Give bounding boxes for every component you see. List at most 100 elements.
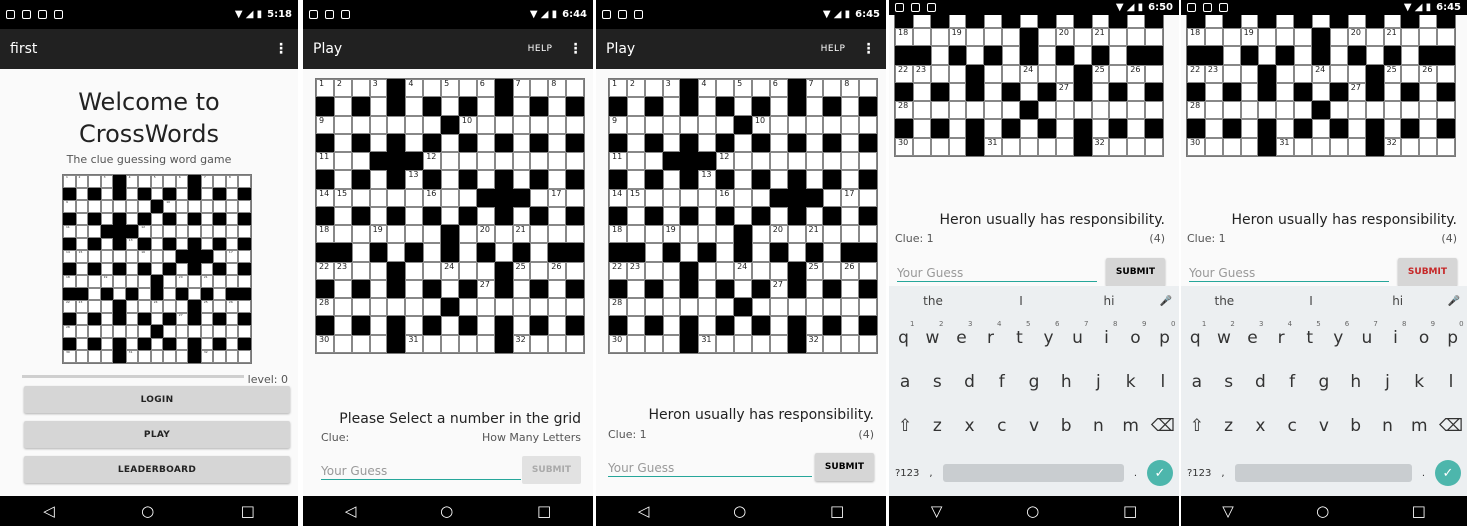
grid-cell[interactable] xyxy=(458,298,477,317)
grid-cell[interactable]: 18 xyxy=(895,28,913,47)
grid-cell[interactable]: 20 xyxy=(1055,28,1074,47)
grid-cell[interactable] xyxy=(1294,101,1313,120)
grid-cell[interactable] xyxy=(369,261,388,280)
grid-cell[interactable] xyxy=(441,316,459,335)
submit-button[interactable]: SUBMIT xyxy=(814,453,874,481)
grid-cell[interactable] xyxy=(213,325,226,338)
grid-cell[interactable] xyxy=(441,152,459,171)
grid-cell[interactable]: 28 xyxy=(895,101,913,120)
grid-cell[interactable] xyxy=(698,298,717,317)
home-icon[interactable]: ○ xyxy=(1026,502,1039,520)
grid-cell[interactable] xyxy=(476,206,495,226)
key-j[interactable]: j xyxy=(1085,372,1111,392)
grid-cell[interactable] xyxy=(1145,101,1163,120)
recents-icon[interactable]: □ xyxy=(241,502,255,520)
grid-cell[interactable] xyxy=(1240,119,1259,138)
suggestion-item[interactable]: the xyxy=(1181,294,1268,308)
grid-cell[interactable]: 16 xyxy=(138,250,151,263)
grid-cell[interactable]: 32 xyxy=(200,350,214,363)
help-button[interactable]: HELP xyxy=(821,44,846,54)
grid-cell[interactable] xyxy=(662,115,681,134)
grid-cell[interactable]: 20 xyxy=(476,225,495,244)
grid-cell[interactable] xyxy=(1240,137,1259,156)
symbols-key[interactable]: ?123 xyxy=(895,468,919,479)
grid-cell[interactable] xyxy=(405,261,424,280)
key-c[interactable]: c xyxy=(1279,416,1305,436)
grid-cell[interactable] xyxy=(734,279,752,299)
grid-cell[interactable] xyxy=(476,316,495,335)
grid-cell[interactable] xyxy=(88,200,101,213)
grid-cell[interactable] xyxy=(441,133,459,153)
grid-cell[interactable] xyxy=(1383,119,1402,138)
key-x[interactable]: x xyxy=(957,416,983,436)
grid-cell[interactable] xyxy=(823,79,842,98)
grid-cell[interactable]: 28 xyxy=(609,298,627,317)
grid-cell[interactable] xyxy=(75,312,89,326)
grid-cell[interactable] xyxy=(769,97,788,116)
key-r[interactable]: r4 xyxy=(1268,320,1294,348)
grid-cell[interactable] xyxy=(423,79,442,98)
grid-cell[interactable]: 11 xyxy=(63,225,76,238)
grid-cell[interactable] xyxy=(88,287,101,301)
grid-cell[interactable]: 9 xyxy=(316,115,334,134)
grid-cell[interactable] xyxy=(458,261,477,280)
grid-cell[interactable] xyxy=(75,275,89,288)
grid-cell[interactable]: 21 xyxy=(1383,28,1402,47)
grid-cell[interactable]: 28 xyxy=(316,298,334,317)
grid-cell[interactable] xyxy=(188,325,201,338)
grid-cell[interactable] xyxy=(769,152,788,171)
enter-check-icon[interactable]: ✓ xyxy=(1435,460,1461,486)
grid-cell[interactable]: 23 xyxy=(333,261,352,280)
grid-cell[interactable] xyxy=(841,279,860,299)
grid-cell[interactable] xyxy=(680,115,699,134)
grid-cell[interactable] xyxy=(138,175,151,188)
grid-cell[interactable] xyxy=(548,133,567,153)
grid-cell[interactable] xyxy=(1204,119,1223,138)
grid-cell[interactable] xyxy=(225,350,239,363)
grid-cell[interactable] xyxy=(175,337,189,351)
grid-cell[interactable]: 2 xyxy=(333,79,352,98)
grid-cell[interactable] xyxy=(441,334,459,353)
grid-cell[interactable] xyxy=(512,97,531,116)
grid-cell[interactable] xyxy=(188,200,201,213)
grid-cell[interactable] xyxy=(787,152,806,171)
grid-cell[interactable] xyxy=(1294,137,1313,156)
grid-cell[interactable] xyxy=(1204,137,1223,156)
grid-cell[interactable]: 8 xyxy=(841,79,860,98)
grid-cell[interactable] xyxy=(100,350,114,363)
grid-cell[interactable] xyxy=(333,97,352,116)
grid-cell[interactable] xyxy=(769,206,788,226)
grid-cell[interactable] xyxy=(387,298,406,317)
grid-cell[interactable] xyxy=(566,298,584,317)
grid-cell[interactable] xyxy=(225,312,239,326)
grid-cell[interactable]: 15 xyxy=(333,188,352,207)
key-a[interactable]: a xyxy=(892,372,918,392)
grid-cell[interactable] xyxy=(423,261,442,280)
grid-cell[interactable] xyxy=(1240,15,1259,29)
grid-cell[interactable] xyxy=(548,206,567,226)
grid-cell[interactable] xyxy=(626,170,645,189)
grid-cell[interactable] xyxy=(984,119,1003,138)
key-z[interactable]: z xyxy=(1216,416,1242,436)
grid-cell[interactable] xyxy=(125,300,139,313)
grid-cell[interactable]: 14 xyxy=(609,188,627,207)
grid-cell[interactable]: 25 xyxy=(1091,64,1110,83)
key-v[interactable]: v xyxy=(1021,416,1047,436)
grid-cell[interactable] xyxy=(100,187,114,201)
grid-cell[interactable] xyxy=(566,115,584,134)
grid-cell[interactable] xyxy=(200,200,214,213)
key-y[interactable]: y6 xyxy=(1325,320,1351,348)
grid-cell[interactable]: 10 xyxy=(458,115,477,134)
grid-cell[interactable] xyxy=(1240,101,1259,120)
grid-cell[interactable]: 19 xyxy=(1240,28,1259,47)
grid-cell[interactable] xyxy=(716,298,735,317)
grid-cell[interactable]: 30 xyxy=(316,334,334,353)
grid-cell[interactable]: 18 xyxy=(1187,28,1205,47)
grid-cell[interactable]: 11 xyxy=(609,152,627,171)
grid-cell[interactable] xyxy=(333,133,352,153)
grid-cell[interactable]: 10 xyxy=(163,200,176,213)
grid-cell[interactable] xyxy=(150,337,164,351)
grid-cell[interactable] xyxy=(150,237,164,251)
grid-cell[interactable] xyxy=(512,152,531,171)
grid-cell[interactable] xyxy=(238,275,251,288)
